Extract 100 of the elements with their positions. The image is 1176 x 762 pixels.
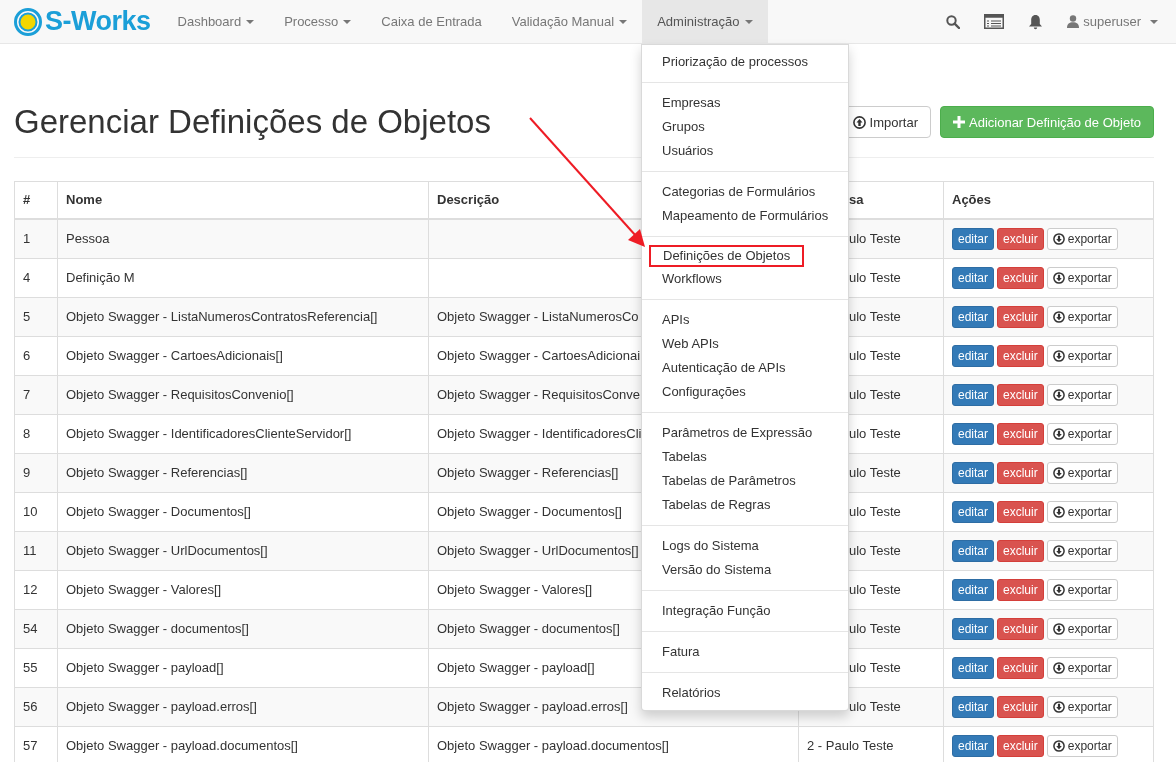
table-cell: 6 [14,336,58,376]
table-cell: Pessoa [57,219,429,259]
edit-button[interactable]: editar [952,735,995,757]
export-button[interactable]: exportar [1046,267,1118,289]
caret-icon [1150,19,1158,24]
edit-button[interactable]: editar [952,696,995,718]
list-card-icon[interactable] [984,14,1005,29]
user-icon [1067,15,1080,28]
table-cell: Objeto Swagger - RequisitosConvenio[] [57,375,429,415]
caret-icon [744,19,753,24]
table-cell: 55 [14,648,58,688]
user-menu[interactable]: superuser [1067,14,1158,29]
edit-button[interactable]: editar [952,462,995,484]
download-circle-icon [1052,584,1065,596]
nav-menu-item[interactable]: Dashboard [162,0,270,44]
table-cell: Objeto Swagger - Documentos[] [57,492,429,532]
export-button[interactable]: exportar [1046,462,1118,484]
delete-button[interactable]: excluir [997,735,1044,757]
table-cell: Objeto Swagger - payload[] [57,648,429,688]
menu-item[interactable]: Usuários [642,139,848,163]
delete-button[interactable]: excluir [997,267,1044,289]
menu-item[interactable]: Definições de Objetos [649,245,804,267]
export-button[interactable]: exportar [1046,384,1118,406]
export-button[interactable]: exportar [1046,423,1118,445]
table-cell: 11 [14,531,58,571]
delete-button[interactable]: excluir [997,579,1044,601]
export-button[interactable]: exportar [1046,696,1118,718]
edit-button[interactable]: editar [952,657,995,679]
delete-button[interactable]: excluir [997,306,1044,328]
nav-menu-item[interactable]: Caixa de Entrada [366,0,497,44]
edit-button[interactable]: editar [952,345,995,367]
caret-icon [246,19,255,24]
delete-button[interactable]: excluir [997,618,1044,640]
table-cell: 7 [14,375,58,415]
download-circle-icon [1052,233,1065,245]
download-circle-icon [1052,701,1065,713]
nav-menu-item[interactable]: Administração [642,0,768,44]
export-button[interactable]: exportar [1046,579,1118,601]
edit-button[interactable]: editar [952,228,995,250]
export-button[interactable]: exportar [1046,501,1118,523]
logo-icon [14,7,42,36]
table-cell: Objeto Swagger - documentos[] [57,609,429,649]
table-cell: Objeto Swagger - ListaNumerosContratosReferencia[] [57,297,429,337]
edit-button[interactable]: editar [952,384,995,406]
table-cell: Objeto Swagger - IdentificadoresClienteServidor[] [57,414,429,454]
delete-button[interactable]: excluir [997,384,1044,406]
table-cell: Objeto Swagger - CartoesAdicionais[] [57,336,429,376]
edit-button[interactable]: editar [952,579,995,601]
notification-bell-icon[interactable] [1028,13,1044,30]
table-cell: 12 [14,570,58,610]
table-cell: Definição M [57,258,429,298]
edit-button[interactable]: editar [952,306,995,328]
table-cell: Objeto Swagger - payload.erros[] [57,687,429,727]
caret-icon [343,19,352,24]
page-title: Gerenciar Definições de Objetos [14,103,491,141]
download-circle-icon [1052,311,1065,323]
export-button[interactable]: exportar [1046,345,1118,367]
download-circle-icon [1052,740,1065,752]
download-circle-icon [1052,545,1065,557]
download-circle-icon [1052,506,1065,518]
export-button[interactable]: exportar [1046,735,1118,757]
nav-menu-item[interactable]: Processo [269,0,367,44]
table-cell: 5 [14,297,58,337]
delete-button[interactable]: excluir [997,423,1044,445]
delete-button[interactable]: excluir [997,657,1044,679]
caret-icon [619,19,628,24]
table-cell: Objeto Swagger - UrlDocumentos[] [57,531,429,571]
delete-button[interactable]: excluir [997,462,1044,484]
delete-button[interactable]: excluir [997,501,1044,523]
edit-button[interactable]: editar [952,501,995,523]
delete-button[interactable]: excluir [997,228,1044,250]
export-button[interactable]: exportar [1046,228,1118,250]
edit-button[interactable]: editar [952,618,995,640]
nav-menu-item[interactable]: Validação Manual [496,0,643,44]
download-circle-icon [1052,662,1065,674]
table-cell: 57 [14,726,58,762]
table-cell: 56 [14,687,58,727]
export-button[interactable]: exportar [1046,618,1118,640]
delete-button[interactable]: excluir [997,345,1044,367]
search-icon[interactable] [946,14,961,29]
table-cell: 8 [14,414,58,454]
table-cell: Objeto Swagger - Valores[] [57,570,429,610]
menu-item[interactable]: Priorização de processos [642,50,848,74]
edit-button[interactable]: editar [952,267,995,289]
download-circle-icon [1052,389,1065,401]
download-circle-icon [1052,467,1065,479]
export-button[interactable]: exportar [1046,540,1118,562]
plus-icon [953,116,965,128]
edit-button[interactable]: editar [952,423,995,445]
delete-button[interactable]: excluir [997,540,1044,562]
table-cell: Objeto Swagger - Referencias[] [57,453,429,493]
download-circle-icon [1052,272,1065,284]
delete-button[interactable]: excluir [997,696,1044,718]
table-cell: 4 [14,258,58,298]
table-cell: 1 [14,219,58,259]
table-cell: 54 [14,609,58,649]
export-button[interactable]: exportar [1046,657,1118,679]
edit-button[interactable]: editar [952,540,995,562]
export-button[interactable]: exportar [1046,306,1118,328]
download-circle-icon [1052,350,1065,362]
